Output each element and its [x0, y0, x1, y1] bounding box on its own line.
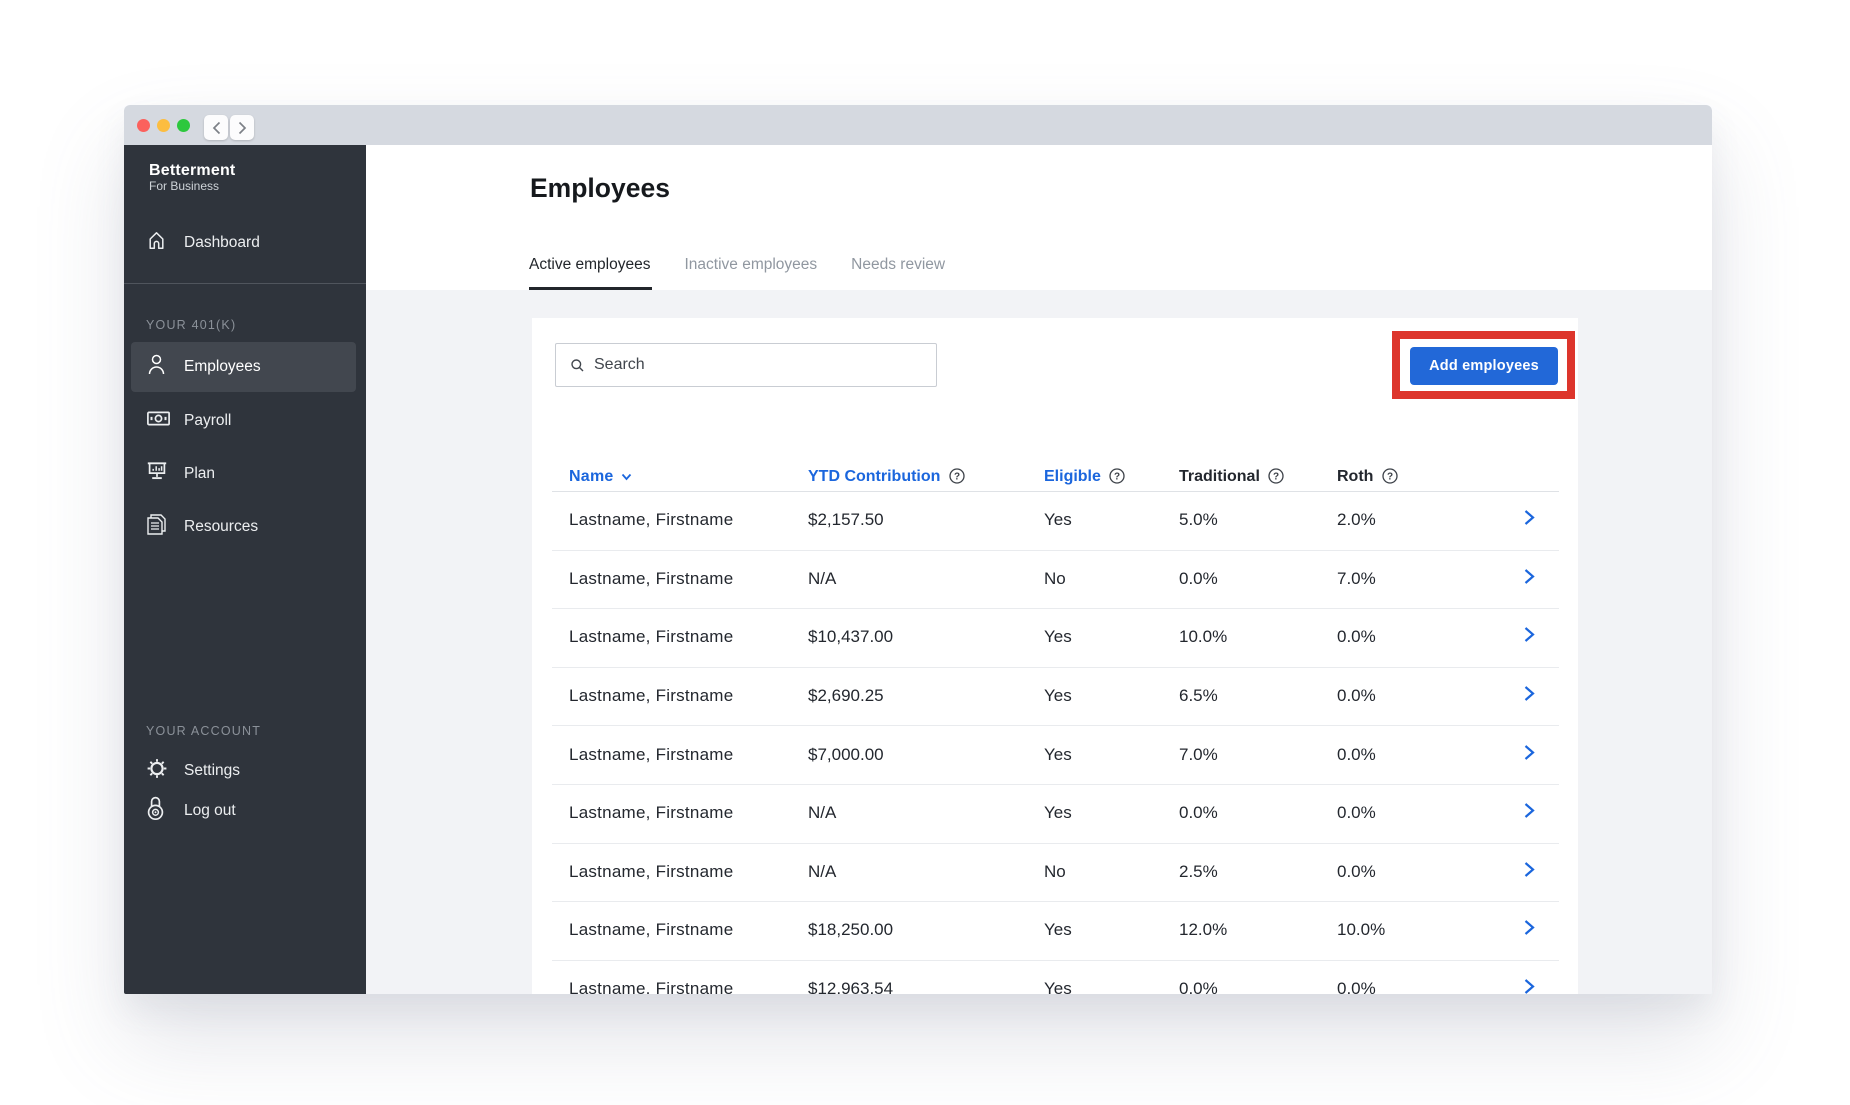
svg-text:?: ? — [1114, 472, 1120, 483]
svg-text:?: ? — [954, 472, 960, 483]
svg-text:?: ? — [1387, 472, 1393, 483]
svg-text:?: ? — [1273, 472, 1279, 483]
